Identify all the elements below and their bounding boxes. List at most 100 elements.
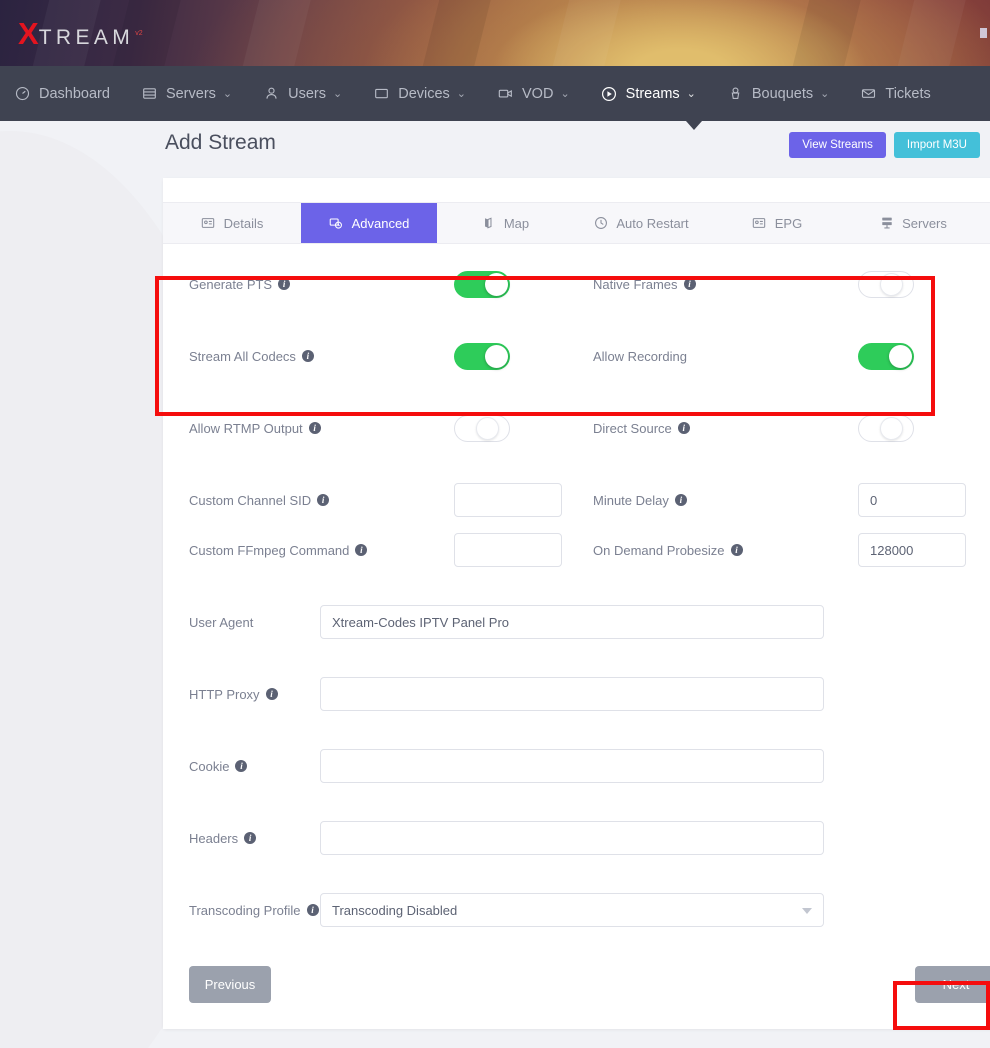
info-icon[interactable]: i (244, 832, 256, 844)
row-spacer (189, 302, 990, 338)
cookie-input[interactable] (320, 749, 824, 783)
tab-epg[interactable]: EPG (709, 203, 845, 243)
tab-label: Map (504, 216, 529, 231)
form-row-headers: Headers i (189, 820, 990, 856)
row-spacer (189, 374, 990, 410)
nav-label: Dashboard (39, 86, 110, 102)
field-custom-ffmpeg-command: Custom FFmpeg Command i (189, 533, 593, 567)
on-demand-probesize-input[interactable] (858, 533, 966, 567)
row-spacer (189, 712, 990, 748)
nav-item-users[interactable]: Users ⌄ (263, 85, 342, 102)
user-agent-input[interactable] (320, 605, 824, 639)
transcoding-profile-select-wrap[interactable] (320, 893, 824, 927)
nav-item-vod[interactable]: VOD ⌄ (497, 85, 570, 102)
info-icon[interactable]: i (731, 544, 743, 556)
nav-item-devices[interactable]: Devices ⌄ (373, 85, 466, 102)
previous-button[interactable]: Previous (189, 966, 271, 1003)
form-row-transcoding-profile: Transcoding Profile i (189, 892, 990, 928)
custom-ffmpeg-command-input[interactable] (454, 533, 562, 567)
transcoding-profile-label: Transcoding Profile i (189, 903, 320, 918)
nav-item-streams[interactable]: Streams ⌄ (601, 85, 696, 102)
nav-active-indicator-arrow (686, 121, 702, 130)
nav-item-servers[interactable]: Servers ⌄ (141, 85, 232, 102)
nav-item-dashboard[interactable]: Dashboard (14, 85, 110, 102)
info-icon[interactable]: i (355, 544, 367, 556)
info-icon[interactable]: i (302, 350, 314, 362)
top-banner: X TREAM v2 (0, 0, 990, 66)
field-native-frames: Native Frames i (593, 271, 990, 298)
tab-advanced[interactable]: Advanced (301, 203, 437, 243)
chevron-down-icon: ⌄ (820, 87, 829, 100)
form-row-http-proxy: HTTP Proxy i (189, 676, 990, 712)
info-icon[interactable]: i (317, 494, 329, 506)
toggle-knob (485, 273, 508, 296)
page-content: Add Stream View Streams Import M3U Detai… (0, 121, 990, 1048)
nav-label: Tickets (885, 86, 930, 102)
tab-map[interactable]: Map (437, 203, 573, 243)
field-direct-source: Direct Source i (593, 415, 990, 442)
allow-rtmp-output-toggle[interactable] (454, 415, 510, 442)
info-icon[interactable]: i (307, 904, 319, 916)
user-agent-label: User Agent (189, 615, 320, 630)
server-rack-icon (879, 216, 894, 231)
main-navigation[interactable]: Dashboard Servers ⌄ Users ⌄ Devices ⌄ (0, 66, 990, 121)
field-minute-delay: Minute Delay i (593, 483, 990, 517)
row-spacer (189, 784, 990, 820)
form-row-pts-frames: Generate PTS i Native Frames i (189, 266, 990, 302)
on-demand-probesize-label: On Demand Probesize i (593, 543, 858, 558)
xtream-logo[interactable]: X TREAM v2 (18, 18, 143, 49)
user-icon (263, 85, 280, 102)
import-m3u-button[interactable]: Import M3U (894, 132, 980, 158)
device-icon (373, 85, 390, 102)
info-icon[interactable]: i (675, 494, 687, 506)
dashboard-icon (14, 85, 31, 102)
native-frames-toggle[interactable] (858, 271, 914, 298)
nav-label: Bouquets (752, 86, 813, 102)
minute-delay-input[interactable] (858, 483, 966, 517)
info-icon[interactable]: i (266, 688, 278, 700)
mail-icon (860, 85, 877, 102)
chevron-down-icon: ⌄ (457, 87, 466, 100)
stream-all-codecs-label: Stream All Codecs i (189, 349, 454, 364)
nav-label: VOD (522, 86, 553, 102)
tab-label: Advanced (352, 216, 410, 231)
custom-channel-sid-label: Custom Channel SID i (189, 493, 454, 508)
stream-all-codecs-toggle[interactable] (454, 343, 510, 370)
view-streams-button[interactable]: View Streams (789, 132, 886, 158)
nav-item-bouquets[interactable]: Bouquets ⌄ (727, 85, 830, 102)
generate-pts-toggle[interactable] (454, 271, 510, 298)
allow-recording-label: Allow Recording (593, 349, 858, 364)
info-icon[interactable]: i (678, 422, 690, 434)
custom-channel-sid-input[interactable] (454, 483, 562, 517)
banner-streak (541, 0, 628, 66)
info-icon[interactable]: i (235, 760, 247, 772)
toggle-knob (880, 273, 903, 296)
stream-icon (601, 85, 618, 102)
tab-label: Servers (902, 216, 947, 231)
headers-label: Headers i (189, 831, 320, 846)
tab-auto-restart[interactable]: Auto Restart (573, 203, 709, 243)
allow-recording-toggle[interactable] (858, 343, 914, 370)
direct-source-toggle[interactable] (858, 415, 914, 442)
http-proxy-input[interactable] (320, 677, 824, 711)
info-icon[interactable]: i (309, 422, 321, 434)
direct-source-label: Direct Source i (593, 421, 858, 436)
banner-streak (781, 0, 868, 66)
info-icon[interactable]: i (278, 278, 290, 290)
headers-input[interactable] (320, 821, 824, 855)
toggle-knob (880, 417, 903, 440)
advanced-form: Generate PTS i Native Frames i (163, 244, 990, 1029)
tab-servers[interactable]: Servers (845, 203, 981, 243)
form-tabs[interactable]: Details Advanced Map (163, 202, 990, 244)
field-generate-pts: Generate PTS i (189, 271, 593, 298)
next-button[interactable]: Next (915, 966, 990, 1003)
tab-details[interactable]: Details (163, 203, 301, 243)
nav-item-tickets[interactable]: Tickets (860, 85, 930, 102)
chevron-down-icon: ⌄ (687, 87, 696, 100)
info-icon[interactable]: i (684, 278, 696, 290)
transcoding-profile-select[interactable] (320, 893, 824, 927)
banner-streak (411, 0, 498, 66)
nav-label: Servers (166, 86, 216, 102)
header-actions: View Streams Import M3U (789, 132, 980, 158)
page-title: Add Stream (165, 131, 276, 155)
